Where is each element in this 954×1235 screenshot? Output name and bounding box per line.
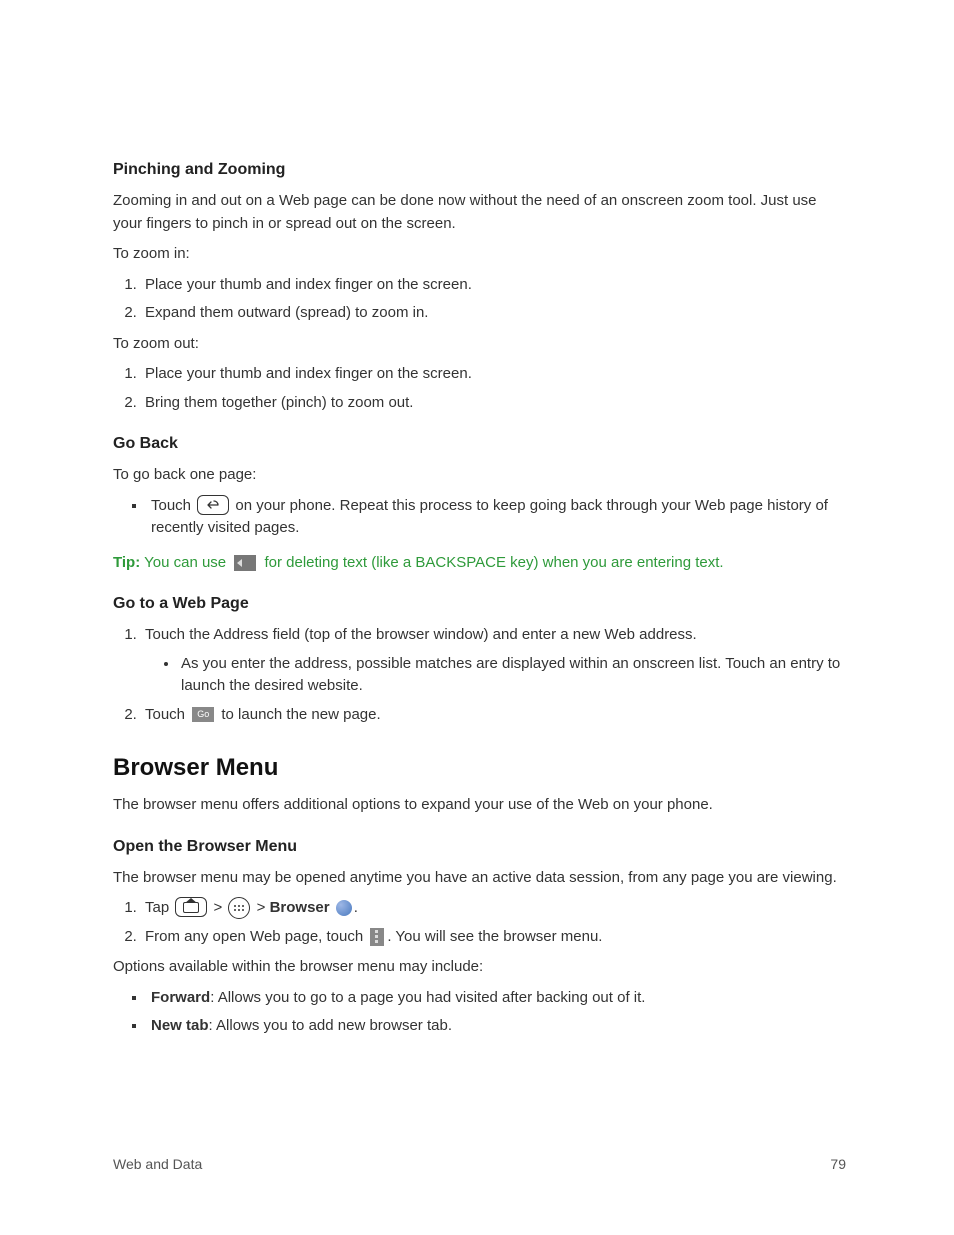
- zoom-out-label: To zoom out:: [113, 333, 846, 356]
- text: Tap: [145, 899, 173, 916]
- sub-list: As you enter the address, possible match…: [145, 653, 846, 698]
- browser-menu-intro: The browser menu offers additional optio…: [113, 794, 846, 817]
- options-intro: Options available within the browser men…: [113, 956, 846, 979]
- document-page: Pinching and Zooming Zooming in and out …: [0, 0, 954, 1235]
- globe-icon: [336, 900, 352, 916]
- list-item: Place your thumb and index finger on the…: [141, 363, 846, 386]
- backspace-icon: [234, 555, 256, 571]
- text: on your phone. Repeat this process to ke…: [151, 497, 828, 537]
- go-back-intro: To go back one page:: [113, 464, 846, 487]
- tip-post: for deleting text (like a BACKSPACE key)…: [260, 554, 723, 571]
- back-icon: [197, 495, 229, 515]
- browser-label: Browser: [270, 899, 330, 916]
- list-item: From any open Web page, touch . You will…: [141, 926, 846, 949]
- option-name: Forward: [151, 989, 210, 1006]
- list-item: Place your thumb and index finger on the…: [141, 274, 846, 297]
- go-back-heading: Go Back: [113, 432, 846, 456]
- separator: >: [252, 899, 269, 916]
- go-to-webpage-steps: Touch the Address field (top of the brow…: [113, 624, 846, 726]
- option-name: New tab: [151, 1017, 209, 1034]
- footer-section: Web and Data: [113, 1154, 202, 1175]
- period: .: [354, 899, 358, 916]
- pinching-intro: Zooming in and out on a Web page can be …: [113, 190, 846, 235]
- tip-pre: You can use: [140, 554, 230, 571]
- zoom-in-steps: Place your thumb and index finger on the…: [113, 274, 846, 325]
- list-item: Touch on your phone. Repeat this process…: [147, 495, 846, 540]
- option-desc: : Allows you to add new browser tab.: [209, 1017, 452, 1034]
- option-desc: : Allows you to go to a page you had vis…: [210, 989, 645, 1006]
- text: . You will see the browser menu.: [387, 928, 602, 945]
- footer-page-number: 79: [830, 1154, 846, 1175]
- apps-icon: [228, 897, 250, 919]
- separator: >: [209, 899, 226, 916]
- open-browser-menu-heading: Open the Browser Menu: [113, 835, 846, 859]
- list-item: Expand them outward (spread) to zoom in.: [141, 302, 846, 325]
- go-back-list: Touch on your phone. Repeat this process…: [113, 495, 846, 540]
- list-item: New tab: Allows you to add new browser t…: [147, 1015, 846, 1038]
- text: From any open Web page, touch: [145, 928, 367, 945]
- list-item: Forward: Allows you to go to a page you …: [147, 987, 846, 1010]
- open-browser-menu-intro: The browser menu may be opened anytime y…: [113, 867, 846, 890]
- open-browser-steps: Tap > > Browser . From any open Web page…: [113, 897, 846, 948]
- options-list: Forward: Allows you to go to a page you …: [113, 987, 846, 1038]
- list-item: Touch the Address field (top of the brow…: [141, 624, 846, 698]
- list-item: Tap > > Browser .: [141, 897, 846, 920]
- zoom-in-label: To zoom in:: [113, 243, 846, 266]
- list-item: As you enter the address, possible match…: [179, 653, 846, 698]
- go-icon: Go: [192, 707, 214, 722]
- text: Touch the Address field (top of the brow…: [145, 626, 697, 643]
- go-to-webpage-heading: Go to a Web Page: [113, 592, 846, 616]
- home-icon: [175, 897, 207, 917]
- tip-line: Tip: You can use for deleting text (like…: [113, 552, 846, 575]
- text: to launch the new page.: [217, 706, 380, 723]
- text: Touch: [151, 497, 195, 514]
- list-item: Bring them together (pinch) to zoom out.: [141, 392, 846, 415]
- text: Touch: [145, 706, 189, 723]
- tip-label: Tip:: [113, 554, 140, 571]
- list-item: Touch Go to launch the new page.: [141, 704, 846, 727]
- menu-icon: [370, 928, 384, 946]
- page-footer: Web and Data 79: [113, 1154, 846, 1175]
- pinching-zooming-heading: Pinching and Zooming: [113, 158, 846, 182]
- zoom-out-steps: Place your thumb and index finger on the…: [113, 363, 846, 414]
- browser-menu-heading: Browser Menu: [113, 750, 846, 786]
